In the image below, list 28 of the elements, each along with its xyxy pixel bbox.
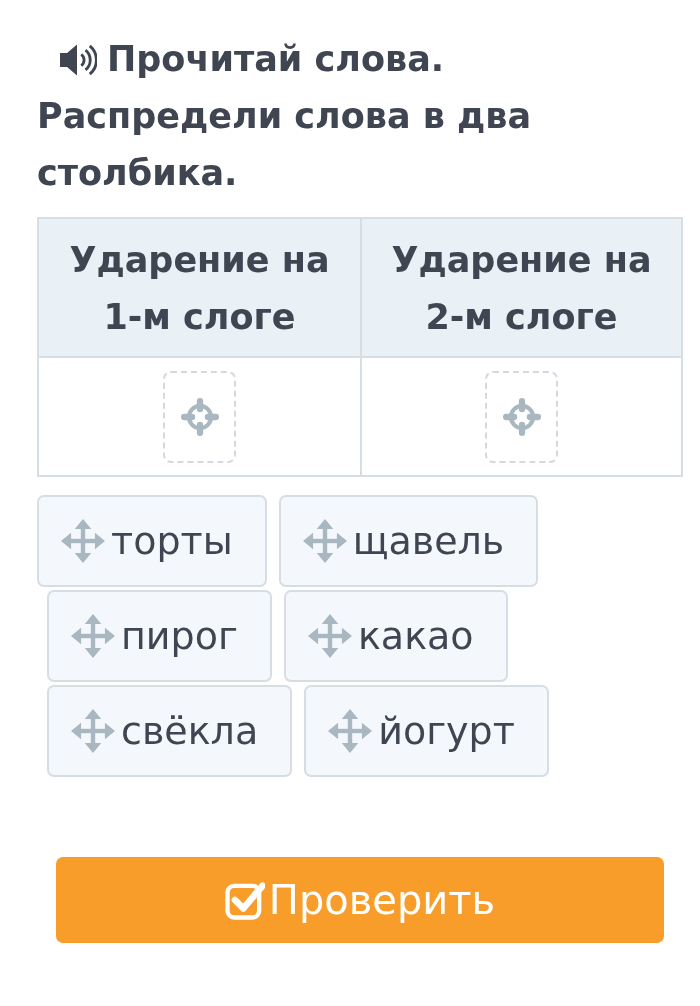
instruction-text: Распредели слова в два столбика.: [37, 95, 533, 195]
move-icon: [71, 709, 115, 753]
word-text: щавель: [352, 518, 505, 565]
word-card[interactable]: торты: [37, 495, 267, 587]
word-text: йогурт: [378, 708, 515, 755]
word-text: пирог: [121, 613, 238, 660]
word-text: свёкла: [121, 708, 259, 755]
checkbox-icon: [224, 880, 265, 920]
word-text: какао: [357, 613, 474, 660]
move-icon: [61, 519, 105, 563]
word-text: торты: [111, 518, 233, 565]
drop-zone[interactable]: [485, 371, 558, 463]
word-card[interactable]: пирог: [47, 590, 272, 682]
word-card[interactable]: свёкла: [47, 685, 293, 777]
word-card[interactable]: щавель: [278, 495, 539, 587]
column-header: Ударение на 1-м слоге: [39, 219, 360, 358]
speaker-icon[interactable]: [57, 42, 97, 77]
move-icon: [307, 614, 352, 658]
target-icon: [502, 398, 541, 436]
word-card[interactable]: йогурт: [304, 685, 549, 777]
move-icon: [302, 519, 347, 563]
move-icon: [328, 709, 373, 753]
word-card[interactable]: какао: [283, 590, 508, 682]
instruction-title: Прочитай слова.: [107, 38, 445, 81]
move-icon: [71, 614, 115, 658]
column-header: Ударение на 2-м слоге: [360, 219, 681, 358]
drop-zone[interactable]: [163, 371, 236, 463]
target-icon: [180, 398, 219, 436]
